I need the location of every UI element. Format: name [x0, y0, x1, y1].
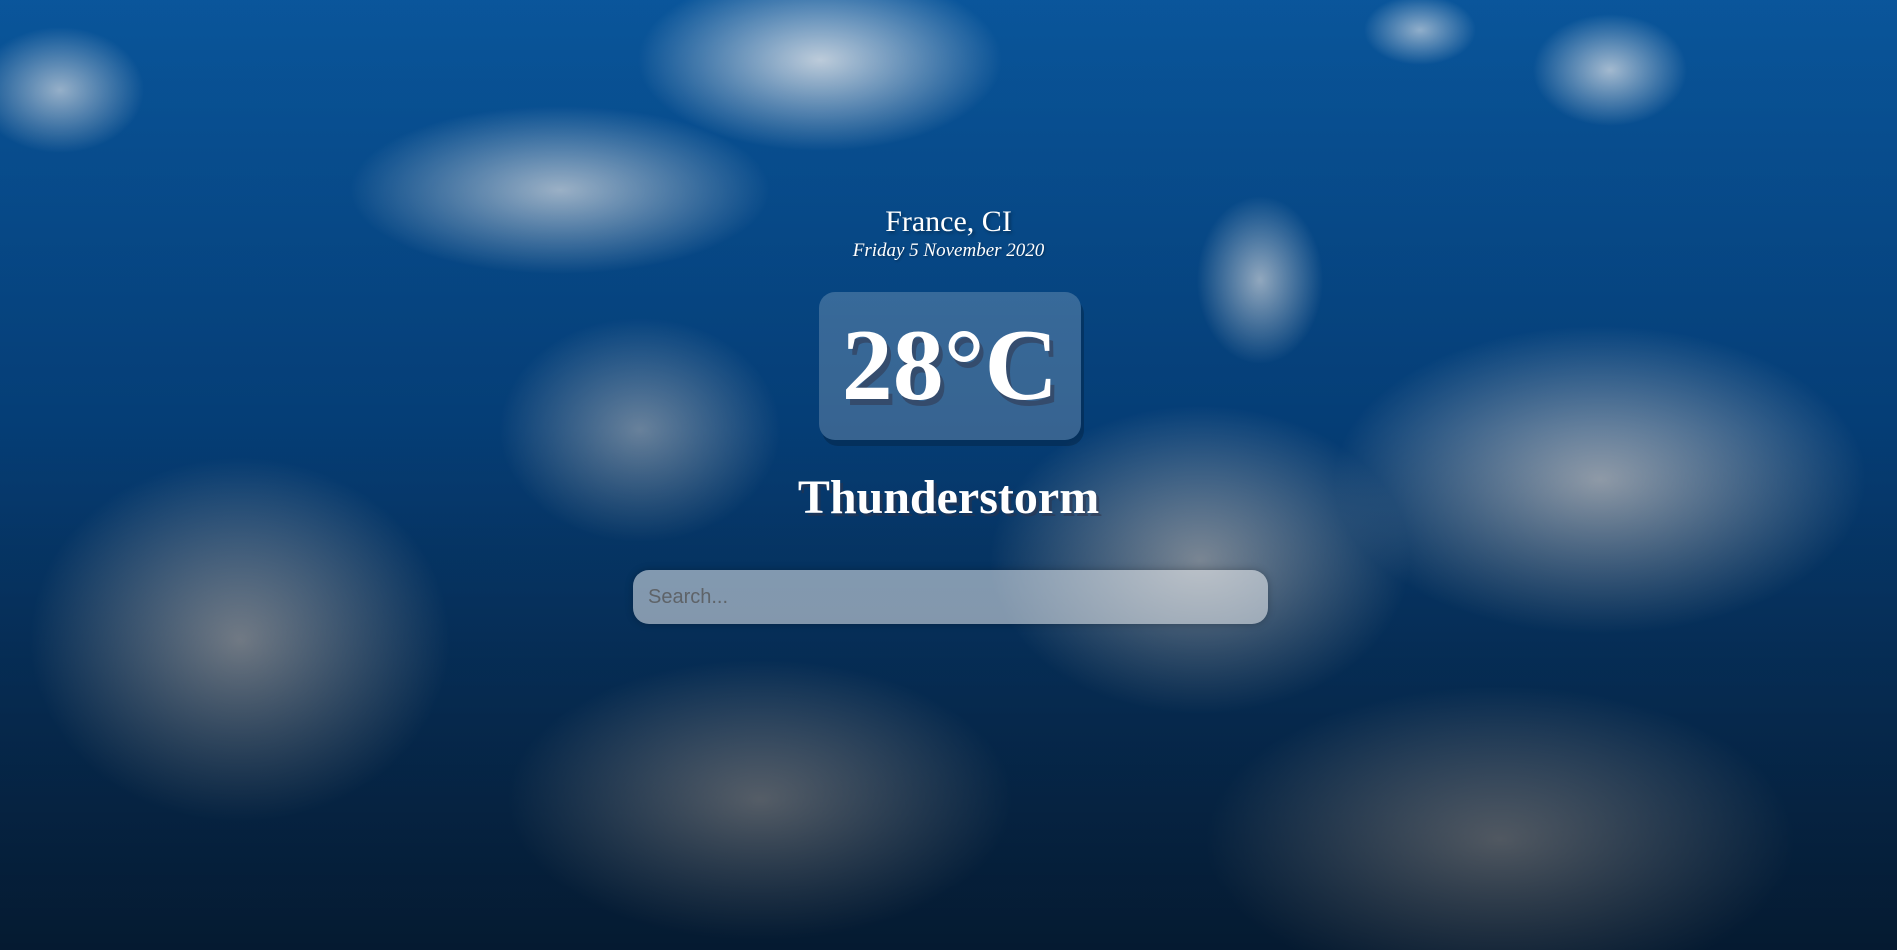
- location-box: France, CI Friday 5 November 2020: [0, 205, 1897, 263]
- temperature-box: 28°C: [819, 292, 1081, 440]
- temperature: 28°C: [841, 309, 1059, 422]
- search-input[interactable]: [633, 570, 1268, 624]
- weather-condition: Thunderstorm: [797, 471, 1100, 524]
- location-city: France, CI: [885, 205, 1012, 238]
- weather-app: France, CI Friday 5 November 2020 28°C T…: [0, 0, 1897, 950]
- search-box: [633, 570, 1268, 624]
- current-date: Friday 5 November 2020: [852, 240, 1045, 261]
